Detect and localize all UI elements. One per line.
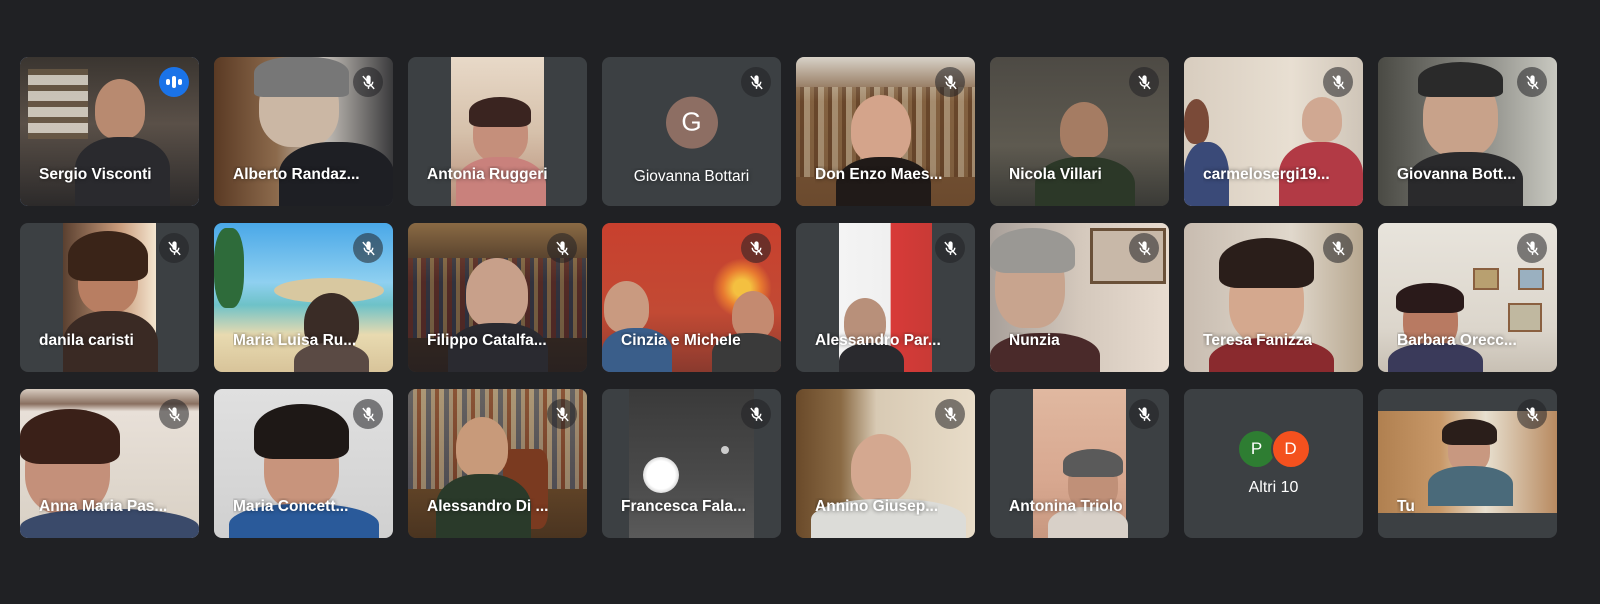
mic-off-icon (547, 233, 577, 263)
participant-tile[interactable]: Nunzia (990, 223, 1169, 372)
participant-name: carmelosergi19... (1203, 166, 1330, 183)
audio-level-icon (159, 67, 189, 97)
mic-off-icon (353, 399, 383, 429)
participant-grid: Sergio Visconti Alberto Randaz... Antoni… (20, 57, 1557, 538)
mic-off-icon (935, 399, 965, 429)
participant-tile[interactable]: Francesca Fala... (602, 389, 781, 538)
participant-tile[interactable]: Maria Concett... (214, 389, 393, 538)
participant-tile[interactable]: Don Enzo Maes... (796, 57, 975, 206)
mic-off-icon (935, 233, 965, 263)
mic-off-icon (353, 233, 383, 263)
avatar: D (1270, 429, 1311, 469)
mic-off-icon (1129, 67, 1159, 97)
avatar: G (665, 96, 718, 149)
participant-tile[interactable]: Alessandro Par... (796, 223, 975, 372)
mic-off-icon (1323, 67, 1353, 97)
participant-name: Antonia Ruggeri (427, 166, 548, 183)
participant-name: Maria Concett... (233, 498, 349, 515)
participant-tile[interactable]: Anna Maria Pas... (20, 389, 199, 538)
mic-off-icon (1517, 233, 1547, 263)
mic-off-icon (935, 67, 965, 97)
participant-name: Teresa Fanizza (1203, 332, 1313, 349)
mic-off-icon (353, 67, 383, 97)
participant-name: Filippo Catalfa... (427, 332, 547, 349)
participant-name: Maria Luisa Ru... (233, 332, 357, 349)
participant-tile[interactable]: Alessandro Di ... (408, 389, 587, 538)
mic-off-icon (547, 399, 577, 429)
participant-name: Anna Maria Pas... (39, 498, 168, 515)
participant-tile[interactable]: Annino Giusep... (796, 389, 975, 538)
participant-name: Alessandro Di ... (427, 498, 549, 515)
participant-name: danila caristi (39, 332, 134, 349)
participant-name: Annino Giusep... (815, 498, 939, 515)
participant-tile[interactable]: Maria Luisa Ru... (214, 223, 393, 372)
participant-name: Giovanna Bott... (1397, 166, 1516, 183)
self-tile[interactable]: Tu (1378, 389, 1557, 538)
participant-tile[interactable]: Antonina Triolo (990, 389, 1169, 538)
mic-off-icon (1129, 233, 1159, 263)
participant-tile[interactable]: danila caristi (20, 223, 199, 372)
participant-tile[interactable]: Giovanna Bott... (1378, 57, 1557, 206)
participant-name: Francesca Fala... (621, 498, 746, 515)
participant-name: Barbara Orecc... (1397, 332, 1517, 349)
others-count-label: Altri 10 (1248, 479, 1299, 496)
mic-off-icon (741, 67, 771, 97)
participant-name: Nunzia (1009, 332, 1060, 349)
participant-name: Cinzia e Michele (621, 332, 741, 349)
participant-name: Sergio Visconti (39, 166, 152, 183)
mic-off-icon (1129, 399, 1159, 429)
participant-tile[interactable]: Teresa Fanizza (1184, 223, 1363, 372)
participant-name: Don Enzo Maes... (815, 166, 943, 183)
participant-tile[interactable]: carmelosergi19... (1184, 57, 1363, 206)
mic-off-icon (741, 399, 771, 429)
participant-name: Antonina Triolo (1009, 498, 1123, 515)
others-tile[interactable]: P D Altri 10 (1184, 389, 1363, 538)
participant-name: Giovanna Bottari (633, 168, 750, 185)
mic-off-icon (159, 233, 189, 263)
participant-tile[interactable]: Filippo Catalfa... (408, 223, 587, 372)
mic-off-icon (1323, 233, 1353, 263)
participant-tile[interactable]: Nicola Villari (990, 57, 1169, 206)
mic-off-icon (1517, 67, 1547, 97)
participant-name: Nicola Villari (1009, 166, 1102, 183)
others-avatars: P D (1236, 429, 1311, 469)
mic-off-icon (1517, 399, 1547, 429)
participant-tile[interactable]: Cinzia e Michele (602, 223, 781, 372)
participant-name: Alessandro Par... (815, 332, 941, 349)
participant-tile[interactable]: Sergio Visconti (20, 57, 199, 206)
participant-name: Alberto Randaz... (233, 166, 360, 183)
participant-tile[interactable]: Antonia Ruggeri (408, 57, 587, 206)
mic-off-icon (159, 399, 189, 429)
participant-tile[interactable]: G Giovanna Bottari (602, 57, 781, 206)
participant-tile[interactable]: Alberto Randaz... (214, 57, 393, 206)
participant-name: Tu (1397, 498, 1415, 515)
mic-off-icon (741, 233, 771, 263)
participant-tile[interactable]: Barbara Orecc... (1378, 223, 1557, 372)
